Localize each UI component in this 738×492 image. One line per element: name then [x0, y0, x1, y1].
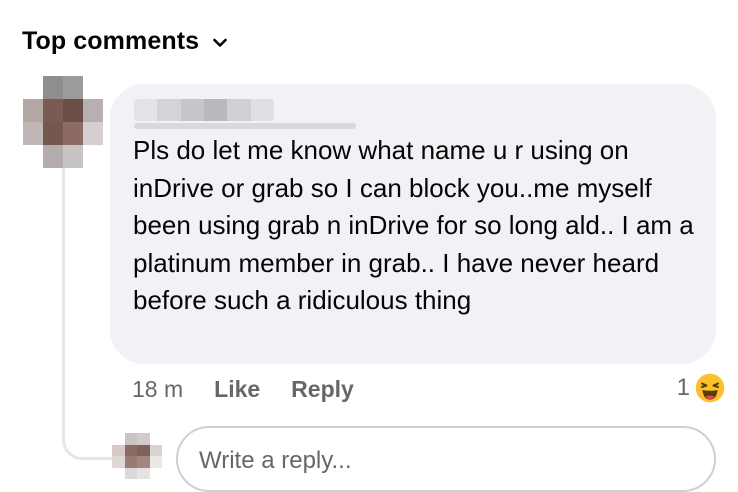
comment-actions: 18 m Like Reply	[132, 372, 354, 406]
reply-button[interactable]: Reply	[291, 376, 354, 403]
comment-text: Pls do let me know what name u r using o…	[133, 135, 694, 316]
reply-placeholder: Write a reply...	[199, 447, 352, 474]
write-reply-input[interactable]: Write a reply...	[176, 426, 716, 492]
chevron-down-icon	[213, 38, 227, 47]
comment-timestamp[interactable]: 18 m	[132, 376, 183, 403]
reaction-count: 1	[676, 374, 690, 401]
commenter-name-redacted[interactable]	[134, 99, 274, 121]
like-button[interactable]: Like	[214, 376, 260, 403]
top-comments-label: Top comments	[22, 26, 200, 55]
comment-bubble: Pls do let me know what name u r using o…	[110, 84, 716, 364]
thread-connector-line	[62, 168, 112, 460]
top-comments-filter[interactable]: Top comments	[22, 24, 227, 58]
name-redaction-bar	[134, 123, 356, 129]
reaction-summary[interactable]: 1	[677, 369, 726, 407]
current-user-avatar[interactable]	[112, 433, 162, 479]
commenter-avatar[interactable]	[23, 76, 103, 168]
laughing-emoji-icon	[694, 372, 726, 404]
